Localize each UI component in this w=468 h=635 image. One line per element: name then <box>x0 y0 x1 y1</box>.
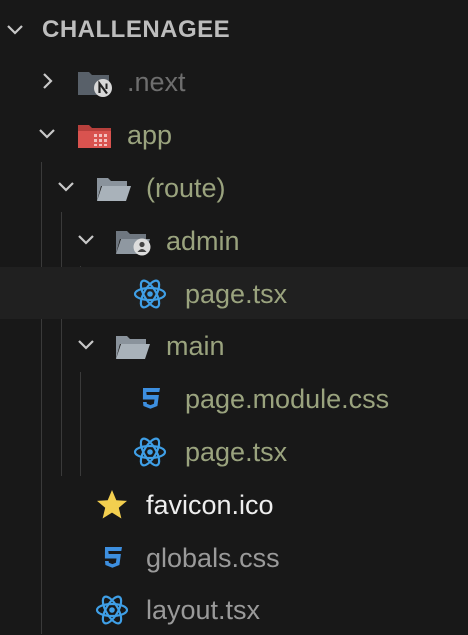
tree-item-label: layout.tsx <box>146 595 261 625</box>
tree-item-label: admin <box>166 226 240 256</box>
tree-item-label: (route) <box>146 173 226 203</box>
nextjs-folder-icon <box>76 67 114 99</box>
folder-open-icon <box>95 173 133 205</box>
chevron-down-icon <box>75 334 97 356</box>
tree-item-main-page-tsx[interactable]: page.tsx <box>0 425 468 477</box>
chevron-right-icon <box>36 70 58 92</box>
admin-folder-icon <box>114 226 152 258</box>
react-icon <box>132 277 168 311</box>
tree-item-label: page.tsx <box>185 437 288 467</box>
chevron-down-icon <box>4 19 26 41</box>
tree-item-admin-page-tsx[interactable]: page.tsx <box>0 267 468 319</box>
chevron-down-icon <box>55 176 77 198</box>
star-icon <box>94 488 130 522</box>
chevron-down-icon <box>75 229 97 251</box>
tree-item-layout-tsx[interactable]: layout.tsx <box>0 583 468 635</box>
tree-item-globals-css[interactable]: globals.css <box>0 531 468 583</box>
explorer-root-header[interactable]: CHALLENAGEE <box>0 2 468 54</box>
react-icon <box>132 435 168 469</box>
app-folder-icon <box>76 120 114 152</box>
tree-item-page-module-css[interactable]: page.module.css <box>0 372 468 424</box>
tree-item-label: favicon.ico <box>146 490 274 520</box>
css-icon <box>96 541 128 575</box>
tree-item-label: page.module.css <box>185 384 390 414</box>
tree-item-label: main <box>166 331 225 361</box>
tree-item-route-folder[interactable]: (route) <box>0 161 468 213</box>
tree-item-favicon[interactable]: favicon.ico <box>0 478 468 530</box>
tree-item-label: .next <box>127 67 186 97</box>
tree-item-app-folder[interactable]: app <box>0 108 468 160</box>
css-icon <box>134 382 166 416</box>
chevron-down-icon <box>36 123 58 145</box>
tree-item-next-folder[interactable]: .next <box>0 55 468 107</box>
explorer-root-title: CHALLENAGEE <box>42 16 231 43</box>
react-icon <box>94 593 130 627</box>
tree-item-label: page.tsx <box>185 279 288 309</box>
folder-open-icon <box>114 331 152 363</box>
tree-item-main-folder[interactable]: main <box>0 319 468 371</box>
tree-item-label: app <box>127 120 173 150</box>
tree-item-label: globals.css <box>146 543 280 573</box>
tree-item-admin-folder[interactable]: admin <box>0 214 468 266</box>
